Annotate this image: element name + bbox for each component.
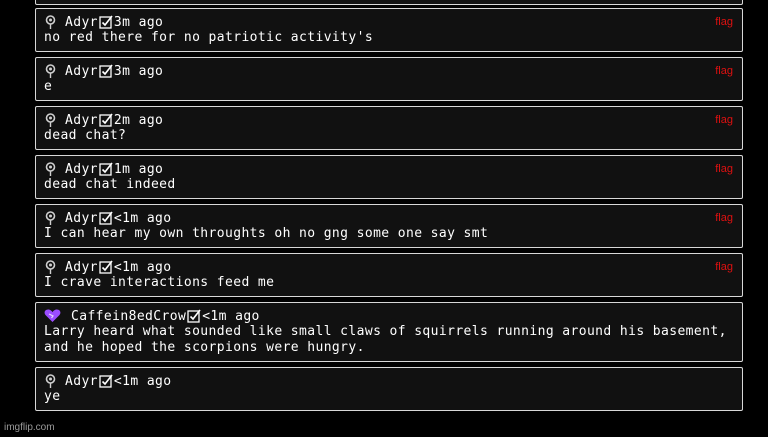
username[interactable]: Adyr [65,260,98,275]
message-time: 1m ago [113,161,164,177]
imgflip-watermark: imgflip.com [4,422,55,433]
message-header: Adyr 3m ago [44,63,163,79]
checkbox-icon [99,374,113,388]
message-time: 2m ago [113,112,164,128]
message-text: no red there for no patriotic activity's [44,30,374,45]
chat-message: Adyr 3m ago e flag [35,57,743,101]
message-header: Adyr 1m ago [44,161,163,177]
checkbox-icon [99,162,113,176]
message-time: 3m ago [113,63,164,79]
map-pin-icon[interactable] [44,15,57,29]
flag-link[interactable]: flag [715,261,733,273]
message-time: <1m ago [113,210,172,226]
chat-message: Caffein8edCrow <1m ago Larry heard what … [35,302,743,362]
message-header: Adyr 2m ago [44,112,163,128]
message-text: e [44,79,53,94]
username[interactable]: Adyr [65,15,98,30]
message-text: ye [44,389,61,404]
message-text: dead chat indeed [44,177,176,192]
chat-message: Adyr <1m ago ye [35,367,743,411]
map-pin-icon[interactable] [44,162,57,176]
message-header: Adyr <1m ago [44,259,172,275]
message-text: I crave interactions feed me [44,275,275,290]
message-header: Caffein8edCrow <1m ago [44,308,260,324]
previous-message-card-edge [35,0,743,5]
username[interactable]: Adyr [65,113,98,128]
map-pin-icon[interactable] [44,211,57,225]
flag-link[interactable]: flag [715,114,733,126]
checkbox-icon [99,260,113,274]
checkbox-icon [99,211,113,225]
message-text: dead chat? [44,128,127,143]
chat-feed: Adyr 3m ago no red there for no patrioti… [35,0,743,437]
message-text: Larry heard what sounded like small claw… [44,324,736,355]
username[interactable]: Adyr [65,64,98,79]
username[interactable]: Adyr [65,211,98,226]
message-text: I can hear my own throughts oh no gng so… [44,226,489,241]
message-time: 3m ago [113,14,164,30]
chat-message: Adyr 1m ago dead chat indeed flag [35,155,743,199]
flag-link[interactable]: flag [715,163,733,175]
message-header: Adyr <1m ago [44,373,172,389]
checkbox-icon [99,64,113,78]
checkbox-icon [99,15,113,29]
checkbox-icon [99,113,113,127]
message-time: <1m ago [202,308,260,324]
chat-message: Adyr 2m ago dead chat? flag [35,106,743,150]
username[interactable]: Adyr [65,374,98,389]
message-time: <1m ago [113,259,172,275]
message-header: Adyr 3m ago [44,14,163,30]
username[interactable]: Adyr [65,162,98,177]
flag-link[interactable]: flag [715,16,733,28]
checkbox-icon [187,309,201,323]
map-pin-icon[interactable] [44,374,57,388]
map-pin-icon[interactable] [44,113,57,127]
message-time: <1m ago [113,373,172,389]
purple-heart-icon[interactable] [44,309,61,323]
chat-message: Adyr <1m ago I can hear my own throughts… [35,204,743,248]
map-pin-icon[interactable] [44,260,57,274]
chat-message: Adyr 3m ago no red there for no patrioti… [35,8,743,52]
message-header: Adyr <1m ago [44,210,172,226]
chat-message: Adyr <1m ago I crave interactions feed m… [35,253,743,297]
map-pin-icon[interactable] [44,64,57,78]
flag-link[interactable]: flag [715,212,733,224]
username[interactable]: Caffein8edCrow [71,309,186,324]
flag-link[interactable]: flag [715,65,733,77]
